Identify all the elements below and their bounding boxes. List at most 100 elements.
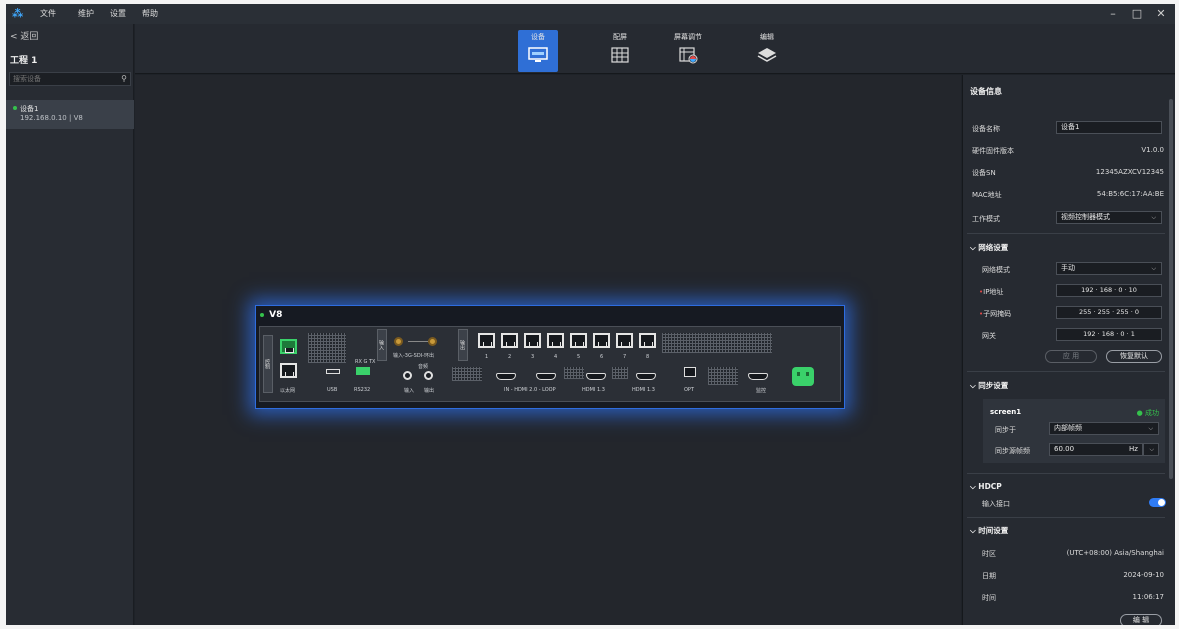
hdmi20-loop-port[interactable] [536,373,556,380]
ip-input[interactable]: 192 · 168 · 0 · 10 [1056,284,1162,297]
device-info-panel: 设备信息 设备名称 设备1 硬件固件版本 V1.0.0 设备SN 12345AZ… [962,75,1175,625]
work-mode-label: 工作模式 [972,215,1000,223]
sync-freq-input[interactable]: 60.00 Hz [1049,443,1143,456]
work-mode-select[interactable]: 视频控制器模式 ⌵ [1056,211,1162,224]
audio-out-jack[interactable] [424,371,433,380]
tab-screen-config[interactable]: 配屏 [600,30,640,72]
ip-octet-4: 10 [1128,286,1137,294]
chevron-down-icon: ⌵ [1149,446,1154,453]
sdi-label: 输入-3G-SDI-环出 [393,353,434,359]
panel-scrollbar[interactable] [1169,99,1173,479]
monitor-icon [528,47,548,62]
device-list-item[interactable]: 设备1 192.168.0.10 | V8 [6,100,134,129]
sdi-in-connector[interactable] [394,337,403,346]
output-port[interactable] [524,333,541,348]
output-port-number: 2 [508,354,512,360]
output-port-number: 7 [623,354,627,360]
output-tab: 输出 [458,329,468,361]
device-title-text: V8 [269,310,283,320]
restore-default-button[interactable]: 恢复默认 [1106,350,1162,363]
panel-title: 设备信息 [970,87,1002,96]
output-port[interactable] [616,333,633,348]
output-port[interactable] [501,333,518,348]
menu-file[interactable]: 文件 [40,4,56,24]
hdcp-section-title: HDCP [978,482,1002,491]
back-button[interactable]: < 返回 [10,29,38,42]
search-box[interactable]: ⚲ [9,72,131,86]
sync-freq-label: 同步源帧频 [995,447,1030,455]
opt-label: OPT [684,387,695,393]
device-canvas: V8 控制 以太网 USB RX G TX RS232 输入 输入-3G-SDI… [135,75,961,625]
output-port[interactable] [570,333,587,348]
sync-unit-select[interactable]: ⌵ [1143,443,1159,456]
close-button[interactable]: ✕ [1150,4,1172,24]
gw-octet-2: 168 [1101,330,1115,338]
sn-label: 设备SN [972,169,996,177]
device-v8-panel[interactable]: V8 控制 以太网 USB RX G TX RS232 输入 输入-3G-SDI… [255,305,845,409]
sync-section-title: 同步设置 [978,381,1009,390]
sn-value: 12345AZXCV12345 [1095,168,1164,176]
gateway-label: 网关 [982,332,996,340]
date-value: 2024-09-10 [1123,571,1164,579]
rs232-port[interactable] [356,367,370,375]
title-bar: ⁂ 文件 维护 设置 帮助 – □ ✕ [6,4,1175,24]
sync-freq-value: 60.00 [1054,445,1075,453]
mask-octet-2: 255 [1097,308,1111,316]
output-port[interactable] [593,333,610,348]
hdcp-input-toggle[interactable] [1149,498,1166,507]
tab-screen-adjust[interactable]: 屏幕调节 [668,30,708,72]
output-port[interactable] [547,333,564,348]
power-socket-icon [792,367,814,386]
divider [967,473,1165,474]
chevron-down-icon: ⌵ [1148,425,1153,432]
divider [967,233,1165,234]
timezone-value: (UTC+08:00) Asia/Shanghai [1066,549,1164,557]
audio-in-jack[interactable] [403,371,412,380]
maximize-button[interactable]: □ [1126,4,1148,24]
control-rj45-port-green[interactable] [280,339,297,354]
ethernet-port[interactable] [280,363,297,378]
minimize-button[interactable]: – [1102,4,1124,24]
gateway-input[interactable]: 192 · 168 · 0 · 1 [1056,328,1162,341]
rs232-pins-label: RX G TX [355,359,376,365]
tab-edit[interactable]: 编辑 [747,30,787,72]
time-section-header[interactable]: ⌵ 时间设置 [970,525,1008,536]
menu-help[interactable]: 帮助 [142,4,158,24]
hdmi13-port-a[interactable] [586,373,606,380]
output-port[interactable] [639,333,656,348]
tab-screen-config-label: 配屏 [613,33,627,41]
search-icon[interactable]: ⚲ [121,74,127,83]
device-item-name-wrap: 设备1 [13,104,38,114]
network-section-header[interactable]: ⌵ 网络设置 [970,242,1008,253]
monitor-hdmi-port[interactable] [748,373,768,380]
output-port[interactable] [478,333,495,348]
opt-port[interactable] [684,367,696,377]
app-window: ⁂ 文件 维护 设置 帮助 – □ ✕ < 返回 工程 1 ⚲ 设备1 192.… [6,4,1175,625]
menu-settings[interactable]: 设置 [110,4,126,24]
sync-section-header[interactable]: ⌵ 同步设置 [970,380,1008,391]
tab-device-label: 设备 [531,33,545,41]
hdmi20-in-port[interactable] [496,373,516,380]
edit-time-button[interactable]: 编 辑 [1120,614,1162,625]
hdcp-section-header[interactable]: ⌵ HDCP [970,482,1002,492]
net-mode-select[interactable]: 手动 ⌵ [1056,262,1162,275]
sync-freq-unit: Hz [1129,445,1138,453]
hdmi13-port-b[interactable] [636,373,656,380]
menu-maintenance[interactable]: 维护 [78,4,94,24]
monitor-label: 监控 [756,388,767,394]
mac-value: 54:B5:6C:17:AA:BE [1096,190,1164,198]
app-logo-icon: ⁂ [12,7,24,20]
ip-label-text: IP地址 [983,288,1004,296]
gw-octet-4: 1 [1130,330,1135,338]
usb-port[interactable] [326,369,340,374]
output-port-number: 8 [646,354,650,360]
tab-device[interactable]: 设备 [518,30,558,72]
mask-input[interactable]: 255 · 255 · 255 · 0 [1056,306,1162,319]
time-value: 11:06:17 [1132,593,1164,601]
sdi-loop-connector[interactable] [428,337,437,346]
sync-source-select[interactable]: 内部帧频 ⌵ [1049,422,1159,435]
screen-adjust-icon [679,47,698,64]
search-input[interactable] [13,74,113,84]
device-name-input[interactable]: 设备1 [1056,121,1162,134]
apply-button[interactable]: 应 用 [1045,350,1097,363]
